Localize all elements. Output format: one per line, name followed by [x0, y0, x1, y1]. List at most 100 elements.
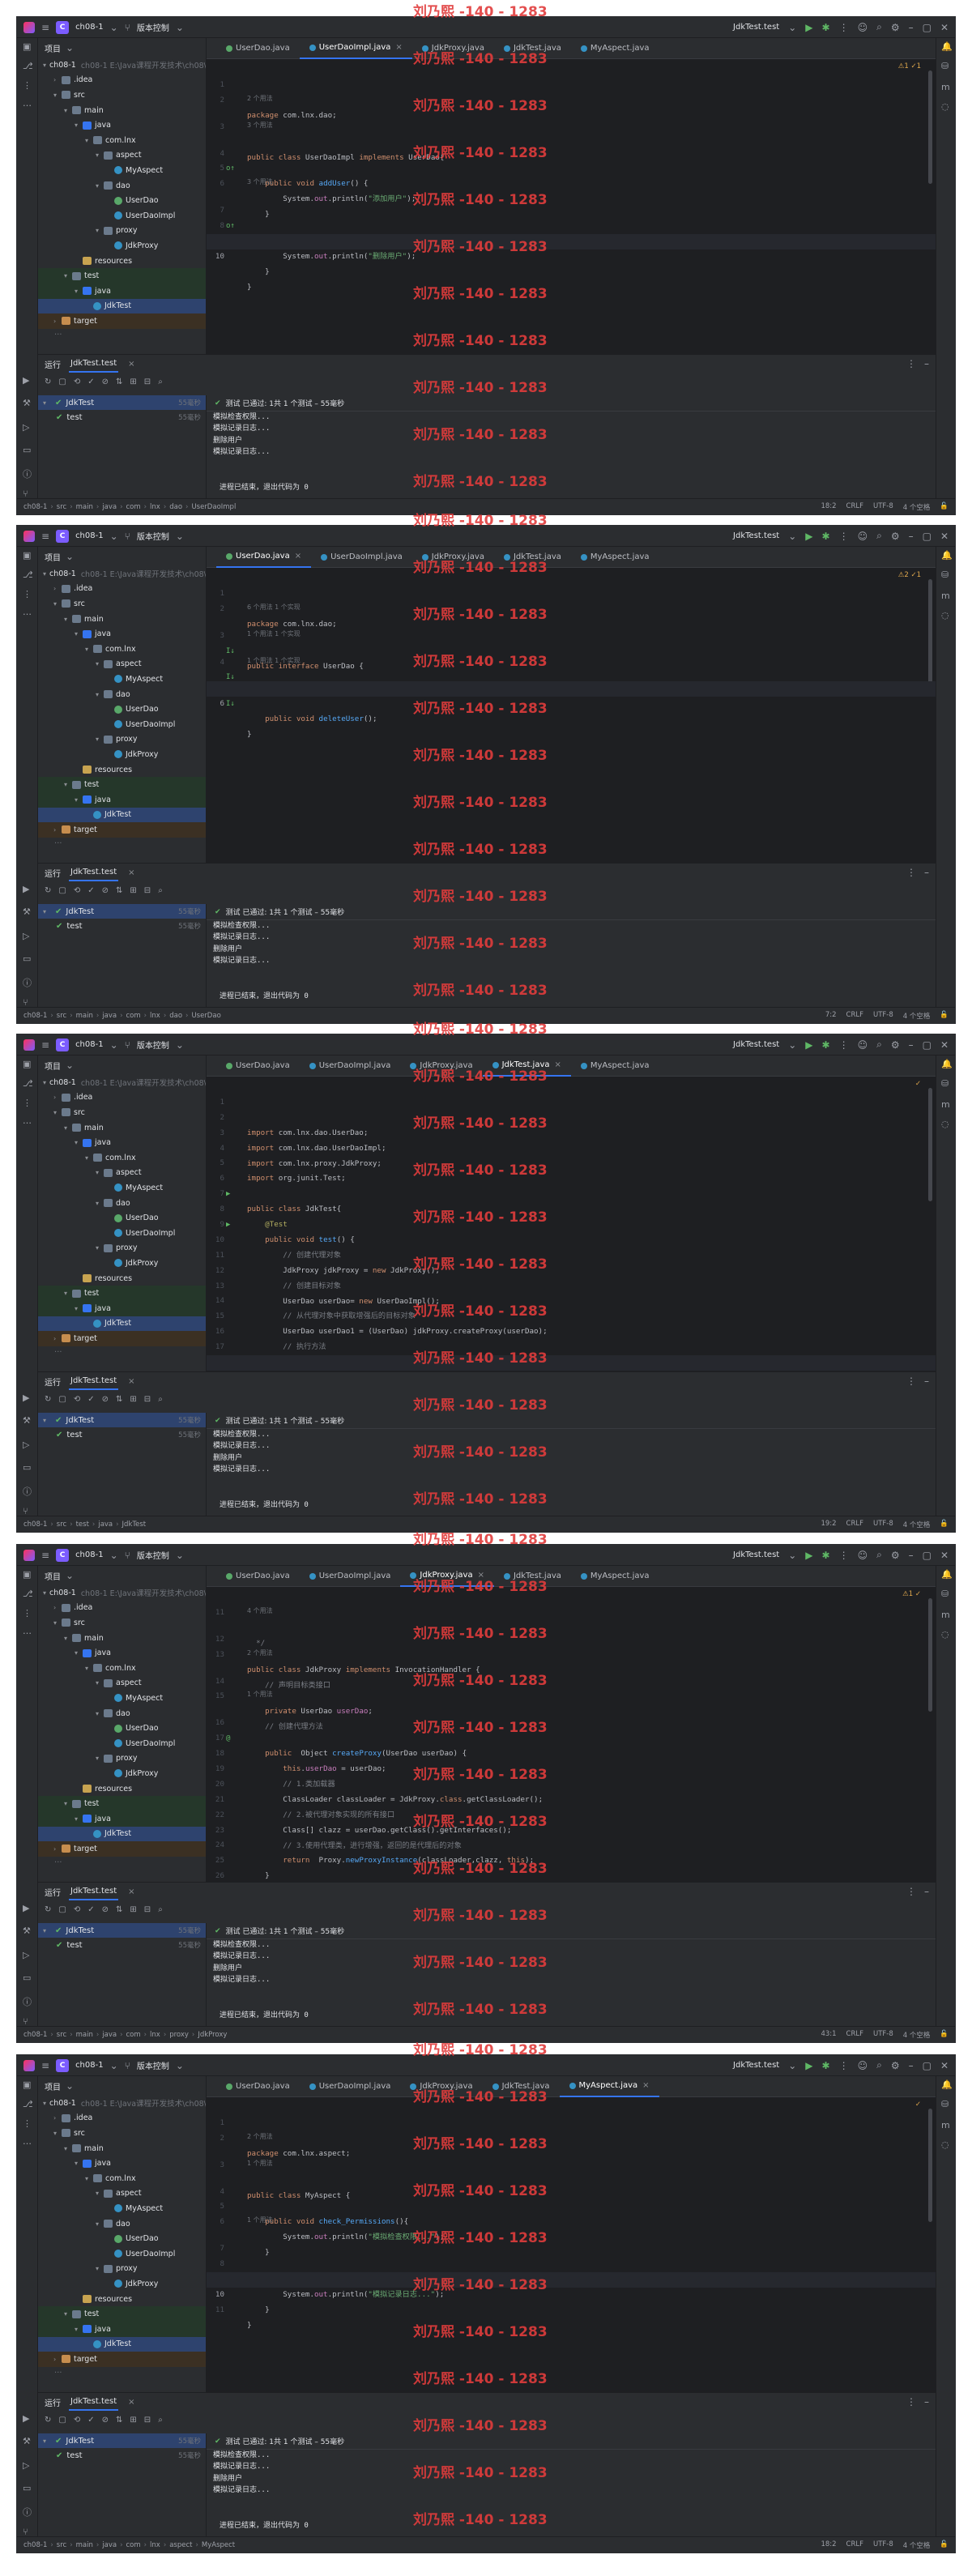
- database-icon[interactable]: ⛁: [941, 2099, 949, 2109]
- problems-icon[interactable]: ⓘ: [23, 2506, 32, 2518]
- project-tree-item[interactable]: › target: [38, 822, 206, 838]
- ai-icon[interactable]: ◌: [941, 1629, 949, 1640]
- breadcrumb-item[interactable]: java: [102, 2031, 117, 2039]
- project-tree-item[interactable]: ▾ src: [38, 2126, 206, 2141]
- breadcrumb-item[interactable]: java: [102, 1012, 117, 1020]
- run-tab[interactable]: JdkTest.test: [69, 2394, 119, 2411]
- build-icon[interactable]: ⚒: [23, 906, 31, 917]
- expand-arrow-icon[interactable]: ▾: [43, 1927, 51, 1934]
- project-tree-item[interactable]: ▾ java: [38, 2156, 206, 2171]
- minimize-icon[interactable]: –: [909, 2060, 914, 2071]
- structure-icon[interactable]: ⋮: [23, 589, 32, 599]
- close-icon[interactable]: ✕: [940, 1550, 949, 1561]
- breadcrumb-item[interactable]: src: [57, 503, 66, 511]
- expand-arrow-icon[interactable]: ▾: [64, 272, 72, 279]
- breadcrumb-item[interactable]: dao: [169, 503, 182, 511]
- account-icon[interactable]: ☺: [858, 22, 868, 33]
- test-result-item[interactable]: ✔ test 55毫秒: [38, 410, 206, 424]
- project-tree-item[interactable]: UserDao: [38, 702, 206, 717]
- project-tree-item[interactable]: ▾ java: [38, 283, 206, 299]
- structure-icon[interactable]: ⋮: [23, 80, 32, 91]
- breadcrumb-item[interactable]: java: [102, 2541, 117, 2549]
- project-badge[interactable]: C: [56, 20, 70, 34]
- expand-arrow-icon[interactable]: ▾: [96, 182, 104, 190]
- project-tree-item[interactable]: ▾ main: [38, 1120, 206, 1136]
- build-icon[interactable]: ⚒: [23, 1926, 31, 1936]
- run-tool-icon[interactable]: ▶: [23, 1903, 29, 1913]
- project-tree-item[interactable]: ▾ src: [38, 1615, 206, 1631]
- breadcrumb-item[interactable]: lnx: [150, 2541, 160, 2549]
- terminal-icon[interactable]: ▭: [23, 953, 31, 964]
- expand-arrow-icon[interactable]: ▾: [96, 2265, 104, 2272]
- usage-hint[interactable]: 2 个用法: [207, 2131, 936, 2143]
- search-icon[interactable]: ⌕: [158, 2416, 163, 2425]
- breadcrumb-item[interactable]: lnx: [150, 503, 160, 511]
- commit-icon[interactable]: ⎇: [23, 569, 33, 580]
- test-result-root[interactable]: ▾ ✔ JdkTest 55毫秒: [38, 1923, 206, 1938]
- expand-arrow-icon[interactable]: ▾: [96, 660, 104, 667]
- settings-gear-icon[interactable]: ⚙: [891, 1550, 900, 1561]
- passed-filter-icon[interactable]: ✓: [87, 1395, 94, 1404]
- project-tree-item[interactable]: › .idea: [38, 2111, 206, 2126]
- project-tree-item[interactable]: ▾ src: [38, 1105, 206, 1120]
- expand-all-icon[interactable]: ⊞: [130, 377, 136, 386]
- lock-icon[interactable]: 🔓: [940, 502, 949, 512]
- project-tree-item[interactable]: ▾ java: [38, 1135, 206, 1150]
- more-actions-icon[interactable]: ⋮: [906, 867, 916, 878]
- account-icon[interactable]: ☺: [858, 531, 868, 542]
- indent-setting[interactable]: 4 个空格: [903, 2030, 931, 2040]
- project-tree-item[interactable]: › target: [38, 313, 206, 329]
- breadcrumb-item[interactable]: main: [76, 503, 93, 511]
- main-menu-icon[interactable]: ≡: [41, 2060, 49, 2071]
- expand-all-icon[interactable]: ⊞: [130, 2416, 136, 2425]
- project-badge[interactable]: C: [56, 1038, 70, 1051]
- run-console[interactable]: ✔ 测试 已通过: 1共 1 个测试 – 55毫秒 模拟检查权限... 模拟记录日…: [207, 2433, 936, 2536]
- breadcrumb-item[interactable]: test: [76, 1520, 89, 1529]
- database-icon[interactable]: ⛁: [941, 1078, 949, 1089]
- run-console[interactable]: ✔ 测试 已通过: 1共 1 个测试 – 55毫秒 模拟检查权限... 模拟记录日…: [207, 1413, 936, 1516]
- search-icon[interactable]: ⌕: [158, 377, 163, 386]
- project-tree-item[interactable]: ▾ java: [38, 791, 206, 808]
- run-icon[interactable]: ▶: [805, 1550, 812, 1561]
- run-console[interactable]: ✔ 测试 已通过: 1共 1 个测试 – 55毫秒 模拟检查权限... 模拟记录日…: [207, 904, 936, 1007]
- run-tool-icon[interactable]: ▶: [23, 375, 29, 386]
- build-icon[interactable]: ⚒: [23, 398, 31, 408]
- project-tree-item[interactable]: resources: [38, 2292, 206, 2307]
- expand-arrow-icon[interactable]: ▾: [64, 1635, 72, 1642]
- usage-hint[interactable]: 6 个用法 1 个实现: [207, 602, 936, 613]
- line-separator[interactable]: CRLF: [846, 2540, 863, 2550]
- expand-arrow-icon[interactable]: ▾: [75, 1305, 83, 1312]
- breadcrumb-item[interactable]: com: [126, 503, 140, 511]
- project-tree-item[interactable]: ▾ aspect: [38, 1676, 206, 1691]
- database-icon[interactable]: ⛁: [941, 569, 949, 580]
- usage-hint[interactable]: 3 个用法: [207, 120, 936, 131]
- code-editor[interactable]: UserDao.java UserDaoImpl.java JdkProxy.j…: [207, 2076, 936, 2392]
- project-tree-item[interactable]: MyAspect: [38, 1691, 206, 1706]
- expand-arrow-icon[interactable]: ▾: [85, 137, 93, 144]
- expand-arrow-icon[interactable]: ›: [53, 1335, 62, 1342]
- lock-icon[interactable]: 🔓: [940, 2540, 949, 2550]
- notifications-icon[interactable]: 🔔: [941, 550, 953, 561]
- project-icon[interactable]: ▣: [23, 1569, 31, 1580]
- expand-arrow-icon[interactable]: ▾: [64, 1800, 72, 1807]
- maximize-icon[interactable]: ▢: [923, 1039, 932, 1051]
- project-tree-item[interactable]: › .idea: [38, 1601, 206, 1616]
- code-editor[interactable]: UserDao.java UserDaoImpl.java × JdkProxy…: [207, 38, 936, 354]
- project-tree-item[interactable]: ▾ dao: [38, 178, 206, 194]
- editor-tab[interactable]: MyAspect.java: [571, 1056, 659, 1077]
- debug-icon[interactable]: ✱: [822, 531, 830, 542]
- sort-icon[interactable]: ⇅: [116, 886, 122, 895]
- stop-icon[interactable]: ▢: [58, 1905, 66, 1914]
- problems-icon[interactable]: ⓘ: [23, 1485, 32, 1498]
- notifications-icon[interactable]: 🔔: [941, 1569, 953, 1580]
- rerun-icon[interactable]: ↻: [45, 886, 51, 895]
- minimize-icon[interactable]: –: [909, 22, 914, 33]
- ignored-filter-icon[interactable]: ⊘: [102, 2416, 109, 2425]
- expand-arrow-icon[interactable]: ▾: [43, 399, 51, 407]
- breadcrumb-item[interactable]: ch08-1: [23, 2541, 47, 2549]
- project-tree-item[interactable]: JdkProxy: [38, 1256, 206, 1271]
- expand-arrow-icon[interactable]: ▾: [96, 2190, 104, 2197]
- hide-panel-icon[interactable]: –: [924, 1886, 929, 1897]
- project-tree-item[interactable]: ▾ java: [38, 1645, 206, 1661]
- expand-all-icon[interactable]: ⊞: [130, 1905, 136, 1914]
